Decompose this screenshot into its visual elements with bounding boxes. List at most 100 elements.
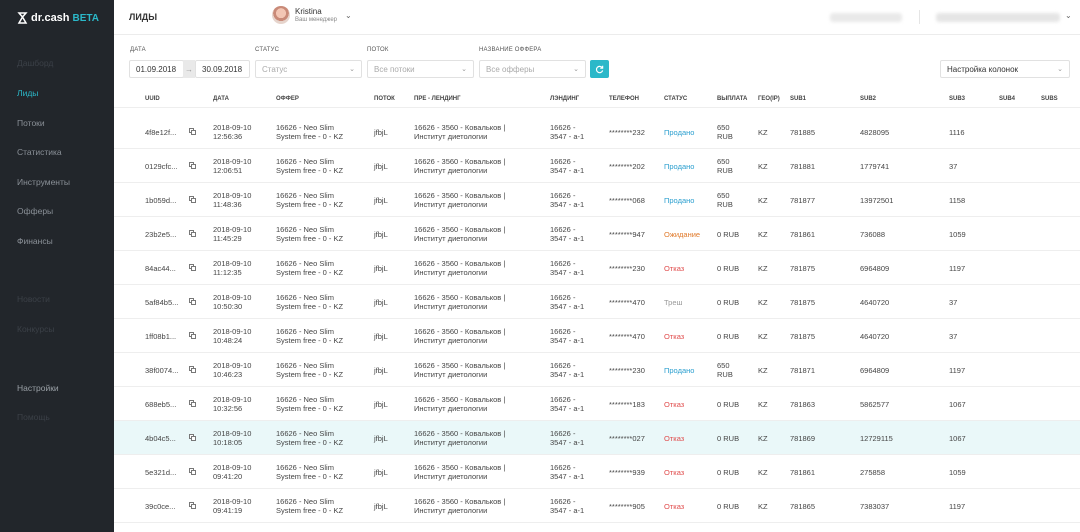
flow-cell: jfbjL [374,434,388,443]
landing-subline: 3547 - a-1 [550,438,585,447]
copy-icon[interactable] [189,502,196,509]
uuid-cell[interactable]: 38f0074... [145,366,178,375]
copy-icon[interactable] [189,400,196,407]
logo[interactable]: dr.cash BETA [0,0,114,36]
flow-select[interactable]: Все потоки ⌄ [367,60,474,78]
sidebar-item-statistics[interactable]: Статистика [17,147,62,157]
sidebar-item-news[interactable]: Новости [17,294,50,304]
prelanding-subline: Институт диетологии [414,506,488,515]
table-row[interactable]: 38f0074... 2018-09-10 10:46:23 16626 - Neo … [114,353,1080,387]
uuid-cell[interactable]: 0129cfc... [145,162,178,171]
status-cell: Отказ [664,264,685,273]
table-row[interactable]: 4b04c5... 2018-09-10 10:18:05 16626 - Neo S… [114,421,1080,455]
uuid-cell[interactable]: 4b04c5... [145,434,176,443]
table-row[interactable]: 4f8e12f... 2018-09-10 12:56:36 16626 - Neo … [114,115,1080,149]
col-geo[interactable]: ГЕО(IP) [758,96,780,102]
sidebar-item-tools[interactable]: Инструменты [17,177,70,187]
sidebar-item-contests[interactable]: Конкурсы [17,324,54,334]
copy-icon[interactable] [189,128,196,135]
offer-select[interactable]: Все офферы ⌄ [479,60,586,78]
uuid-cell[interactable]: 5af84b5... [145,298,178,307]
sidebar-item-leads[interactable]: Лиды [17,88,38,98]
sidebar-item-finance[interactable]: Финансы [17,236,53,246]
uuid-cell[interactable]: 5e321d... [145,468,176,477]
col-offer[interactable]: ОФФЕР [276,96,299,102]
col-status[interactable]: СТАТУС [664,96,687,102]
uuid-cell[interactable]: 39c0ce... [145,502,175,511]
copy-icon[interactable] [189,298,196,305]
landing-cell: 16626 - [550,225,576,234]
copy-icon[interactable] [189,264,196,271]
copy-icon[interactable] [189,230,196,237]
col-payout[interactable]: ВЫПЛАТА [717,96,747,102]
copy-icon[interactable] [189,196,196,203]
uuid-cell[interactable]: 4f8e12f... [145,128,176,137]
offer-cell: 16626 - Neo Slim [276,157,334,166]
sidebar-item-help[interactable]: Помощь [17,412,50,422]
payout-cell: 0 RUB [717,332,740,341]
table-row[interactable]: 23b2e5... 2018-09-10 11:45:29 16626 - Neo S… [114,217,1080,251]
phone-cell: ********947 [609,230,645,239]
prelanding-cell: 16626 - 3560 - Ковальков | [414,123,506,132]
prelanding-subline: Институт диетологии [414,472,488,481]
col-flow[interactable]: ПОТОК [374,96,395,102]
email-blurred[interactable] [936,13,1060,22]
sidebar-item-offers[interactable]: Офферы [17,206,53,216]
time-cell: 10:46:23 [213,370,243,379]
col-landing[interactable]: ЛЭНДИНГ [550,96,579,102]
refresh-button[interactable] [590,60,609,78]
flow-cell: jfbjL [374,196,388,205]
col-sub4[interactable]: SUB4 [999,96,1015,102]
offer-cell: 16626 - Neo Slim [276,429,334,438]
table-row[interactable]: 1ff08b1... 2018-09-10 10:48:24 16626 - Neo … [114,319,1080,353]
date-to-input[interactable]: 30.09.2018 [195,60,250,78]
table-row[interactable]: 84ac44... 2018-09-10 11:12:35 16626 - Neo S… [114,251,1080,285]
status-select[interactable]: Статус ⌄ [255,60,362,78]
copy-icon[interactable] [189,162,196,169]
col-sub1[interactable]: SUB1 [790,96,806,102]
col-uuid[interactable]: UUID [145,96,160,102]
table-row[interactable]: 1b059d... 2018-09-10 11:48:36 16626 - Neo S… [114,183,1080,217]
uuid-cell[interactable]: 1b059d... [145,196,176,205]
table-row[interactable]: 39c0ce... 2018-09-10 09:41:19 16626 - Neo S… [114,489,1080,523]
time-cell: 10:32:56 [213,404,243,413]
status-cell: Треш [664,298,683,307]
col-sub3[interactable]: SUB3 [949,96,965,102]
column-settings-select[interactable]: Настройка колонок ⌄ [940,60,1070,78]
sidebar-item-flows[interactable]: Потоки [17,118,45,128]
user-menu[interactable]: Kristina Ваш менеджер ⌄ [272,6,352,24]
table-row[interactable]: 0129cfc... 2018-09-10 12:06:51 16626 - Neo … [114,149,1080,183]
sub2-cell: 736088 [860,230,886,239]
table-row[interactable]: 688eb5... 2018-09-10 10:32:56 16626 - Neo S… [114,387,1080,421]
prelanding-cell: 16626 - 3560 - Ковальков | [414,497,506,506]
copy-icon[interactable] [189,434,196,441]
uuid-cell[interactable]: 84ac44... [145,264,176,273]
sub1-cell: 781861 [790,468,816,477]
col-phone[interactable]: ТЕЛЕФОН [609,96,639,102]
flow-cell: jfbjL [374,230,388,239]
date-from-input[interactable]: 01.09.2018 [129,60,184,78]
table-row[interactable]: 5e321d... 2018-09-10 09:41:20 16626 - Neo S… [114,455,1080,489]
col-subs[interactable]: SUBS [1041,96,1058,102]
status-cell: Продано [664,196,695,205]
copy-icon[interactable] [189,468,196,475]
uuid-cell[interactable]: 23b2e5... [145,230,176,239]
table-row[interactable]: 5af84b5... 2018-09-10 10:50:30 16626 - Neo … [114,285,1080,319]
prelanding-cell: 16626 - 3560 - Ковальков | [414,361,506,370]
landing-subline: 3547 - a-1 [550,302,585,311]
sidebar-item-settings[interactable]: Настройки [17,383,59,393]
uuid-cell[interactable]: 688eb5... [145,400,176,409]
col-sub2[interactable]: SUB2 [860,96,876,102]
status-cell: Ожидание [664,230,701,239]
prelanding-cell: 16626 - 3560 - Ковальков | [414,225,506,234]
copy-icon[interactable] [189,332,196,339]
chevron-down-icon[interactable]: ⌄ [1065,11,1072,20]
uuid-cell[interactable]: 1ff08b1... [145,332,176,341]
col-date[interactable]: ДАТА [213,96,229,102]
status-label: СТАТУС [255,47,280,53]
chevron-down-icon: ⌄ [345,10,352,20]
copy-icon[interactable] [189,366,196,373]
offer-cell: 16626 - Neo Slim [276,361,334,370]
sidebar-item-dashboard[interactable]: Дашборд [17,58,53,68]
col-prelanding[interactable]: ПРЕ - ЛЕНДИНГ [414,96,461,102]
